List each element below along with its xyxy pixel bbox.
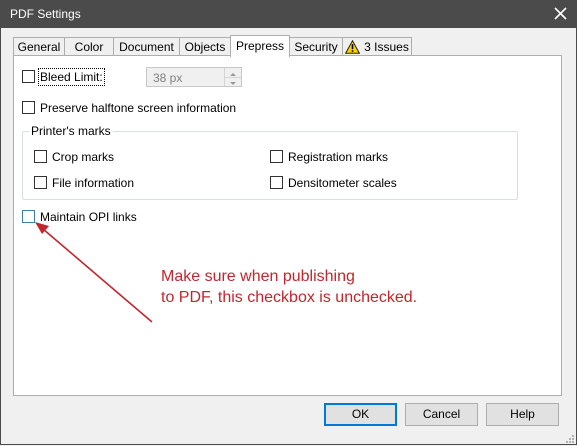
- tab-label: Color: [74, 40, 104, 54]
- title-bar: PDF Settings: [0, 0, 577, 28]
- close-icon: [554, 7, 567, 20]
- maintain-opi-checkbox[interactable]: [22, 210, 35, 223]
- bleed-limit-spinbox[interactable]: 38 px: [146, 67, 242, 87]
- tab-objects[interactable]: Objects: [179, 37, 231, 55]
- maintain-opi-row: Maintain OPI links: [22, 209, 137, 225]
- spin-down-button[interactable]: [225, 77, 241, 86]
- tab-label: Prepress: [235, 39, 285, 53]
- tab-general[interactable]: General: [13, 37, 65, 55]
- bleed-limit-value: 38 px: [153, 71, 183, 85]
- maintain-opi-label[interactable]: Maintain OPI links: [40, 210, 137, 224]
- tab-label: General: [17, 40, 61, 54]
- tab-prepress[interactable]: Prepress: [230, 35, 290, 57]
- preserve-halftone-label[interactable]: Preserve halftone screen information: [40, 101, 236, 115]
- tab-issues[interactable]: 3 Issues: [342, 37, 412, 55]
- tab-color[interactable]: Color: [64, 37, 114, 55]
- bleed-limit-row: Bleed Limit:: [22, 68, 105, 86]
- densitometer-scales-checkbox[interactable]: [270, 176, 283, 189]
- file-information-label[interactable]: File information: [52, 176, 134, 190]
- annotation-text: Make sure when publishing to PDF, this c…: [161, 268, 418, 306]
- densitometer-scales-row: Densitometer scales: [270, 175, 397, 191]
- ok-button[interactable]: OK: [324, 403, 397, 426]
- crop-marks-checkbox[interactable]: [34, 150, 47, 163]
- help-button[interactable]: Help: [486, 403, 559, 426]
- tab-security[interactable]: Security: [289, 37, 343, 55]
- registration-marks-label[interactable]: Registration marks: [288, 150, 388, 164]
- file-information-row: File information: [34, 175, 134, 191]
- bleed-limit-checkbox[interactable]: [22, 70, 35, 83]
- chevron-down-icon: [230, 82, 236, 85]
- close-button[interactable]: [543, 0, 577, 28]
- bleed-limit-label[interactable]: Bleed Limit:: [38, 68, 105, 86]
- registration-marks-checkbox[interactable]: [270, 150, 283, 163]
- preserve-halftone-checkbox[interactable]: [22, 101, 35, 114]
- resize-grip-icon[interactable]: [564, 433, 574, 443]
- printers-marks-title: Printer's marks: [29, 124, 113, 138]
- tab-label: 3 Issues: [364, 40, 409, 54]
- prepress-panel: Bleed Limit: 38 px Preserve halftone scr…: [13, 55, 562, 396]
- tab-label: Objects: [184, 40, 226, 54]
- spin-buttons: [224, 68, 241, 86]
- densitometer-scales-label[interactable]: Densitometer scales: [288, 176, 397, 190]
- crop-marks-label[interactable]: Crop marks: [52, 150, 114, 164]
- crop-marks-row: Crop marks: [34, 149, 114, 165]
- registration-marks-row: Registration marks: [270, 149, 388, 165]
- file-information-checkbox[interactable]: [34, 176, 47, 189]
- tab-label: Document: [119, 40, 174, 54]
- preserve-halftone-row: Preserve halftone screen information: [22, 100, 236, 116]
- tab-document[interactable]: Document: [113, 37, 180, 55]
- window-title: PDF Settings: [10, 7, 81, 21]
- cancel-button[interactable]: Cancel: [405, 403, 478, 426]
- tab-label: Security: [294, 40, 338, 54]
- printers-marks-group: Printer's marks Crop marks Registration …: [22, 124, 518, 200]
